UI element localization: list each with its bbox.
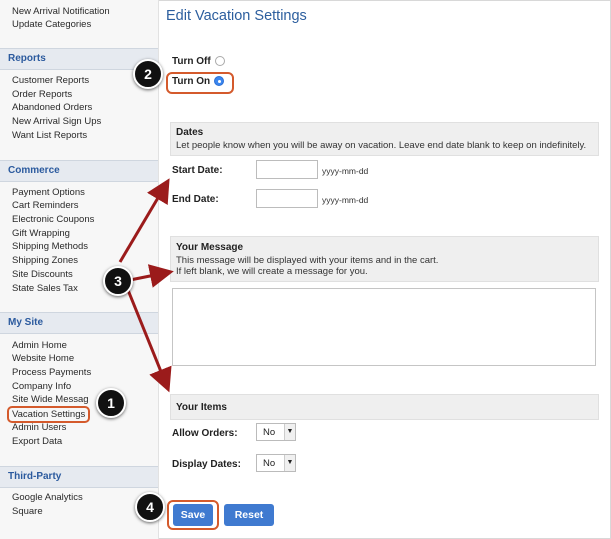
arrow-to-dates bbox=[118, 178, 170, 263]
callout-3: 3 bbox=[103, 266, 133, 296]
arrow-to-message bbox=[129, 264, 174, 288]
callout-2: 2 bbox=[133, 59, 163, 89]
callout-1: 1 bbox=[96, 388, 126, 418]
callout-arrows bbox=[118, 178, 174, 393]
arrow-to-items bbox=[126, 289, 172, 393]
callout-4: 4 bbox=[135, 492, 165, 522]
